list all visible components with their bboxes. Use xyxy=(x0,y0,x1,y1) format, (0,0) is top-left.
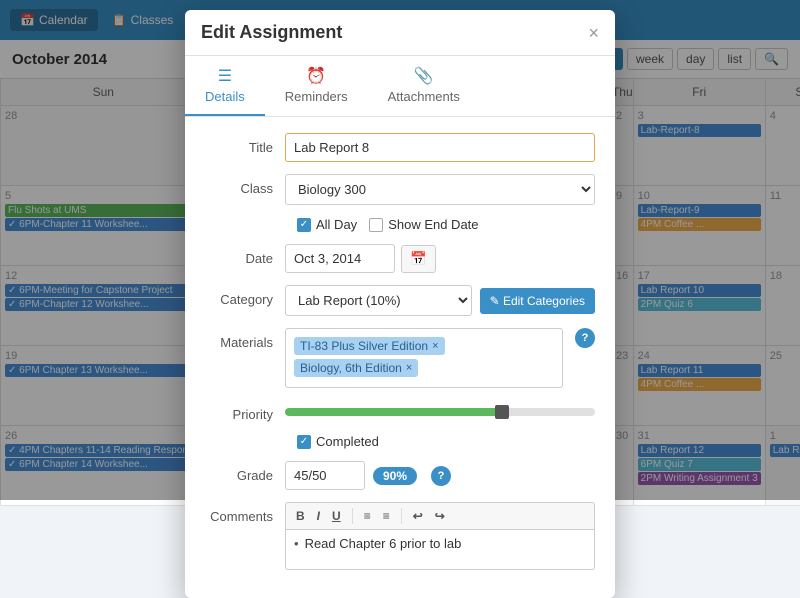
comments-toolbar: B I U ≡ ≡ ↩ ↪ xyxy=(285,502,595,530)
priority-fill xyxy=(285,408,502,416)
material-tag-bio: Biology, 6th Edition × xyxy=(294,359,418,377)
grade-label: Grade xyxy=(205,461,285,483)
date-row: Date 📅 xyxy=(205,244,595,273)
priority-control xyxy=(285,400,595,416)
attachments-icon: 📎 xyxy=(414,66,434,86)
modal-title: Edit Assignment xyxy=(201,22,342,43)
priority-label: Priority xyxy=(205,400,285,422)
priority-thumb[interactable] xyxy=(495,405,509,419)
category-select[interactable]: Lab Report (10%) Homework (20%) Quiz (15… xyxy=(285,285,472,316)
class-control: Biology 300 Chemistry 101 Math 201 xyxy=(285,174,595,205)
modal-body: Title Class Biology 300 Chemistry 101 Ma… xyxy=(185,117,615,598)
comments-area[interactable]: • Read Chapter 6 prior to lab xyxy=(285,530,595,570)
allday-checkbox[interactable]: ✓ xyxy=(297,218,311,232)
title-input[interactable] xyxy=(285,133,595,162)
grade-input[interactable] xyxy=(285,461,365,490)
details-icon: ☰ xyxy=(218,66,232,86)
toolbar-sep2 xyxy=(401,508,402,524)
priority-row: Priority xyxy=(205,400,595,422)
grade-wrap: 90% ? xyxy=(285,461,595,490)
grade-row: Grade 90% ? xyxy=(205,461,595,490)
modal-tabs: ☰ Details ⏰ Reminders 📎 Attachments xyxy=(185,56,615,117)
materials-help-icon[interactable]: ? xyxy=(575,328,595,348)
class-select[interactable]: Biology 300 Chemistry 101 Math 201 xyxy=(285,174,595,205)
date-input[interactable] xyxy=(285,244,395,273)
bold-btn[interactable]: B xyxy=(292,507,309,525)
tab-attachments[interactable]: 📎 Attachments xyxy=(368,56,480,116)
category-label: Category xyxy=(205,285,285,307)
edit-categories-btn[interactable]: ✎ Edit Categories xyxy=(480,288,595,314)
edit-assignment-modal: Edit Assignment × ☰ Details ⏰ Reminders … xyxy=(185,10,615,598)
title-control xyxy=(285,133,595,162)
comments-row: Comments B I U ≡ ≡ ↩ ↪ xyxy=(205,502,595,570)
calendar-picker-btn[interactable]: 📅 xyxy=(401,245,436,273)
materials-row: Materials TI-83 Plus Silver Edition × Bi… xyxy=(205,328,595,388)
allday-row: ✓ All Day Show End Date xyxy=(205,217,595,232)
comment-item: • Read Chapter 6 prior to lab xyxy=(294,536,586,551)
modal-header: Edit Assignment × xyxy=(185,10,615,56)
ul-btn[interactable]: ≡ xyxy=(360,507,375,525)
redo-btn[interactable]: ↪ xyxy=(431,507,449,525)
grade-badge: 90% xyxy=(373,467,417,485)
date-input-wrap: 📅 xyxy=(285,244,595,273)
date-control: 📅 xyxy=(285,244,595,273)
materials-label: Materials xyxy=(205,328,285,350)
comments-control: B I U ≡ ≡ ↩ ↪ • Read Chapter 6 prior to xyxy=(285,502,595,570)
completed-checkbox[interactable]: ✓ xyxy=(297,435,311,449)
reminders-icon: ⏰ xyxy=(306,66,326,86)
class-label: Class xyxy=(205,174,285,196)
grade-help-icon[interactable]: ? xyxy=(431,466,451,486)
category-row: Category Lab Report (10%) Homework (20%)… xyxy=(205,285,595,316)
completed-checkbox-label[interactable]: ✓ Completed xyxy=(297,434,595,449)
italic-btn[interactable]: I xyxy=(313,507,324,525)
underline-btn[interactable]: U xyxy=(328,507,345,525)
modal-overlay: Edit Assignment × ☰ Details ⏰ Reminders … xyxy=(0,0,800,500)
close-button[interactable]: × xyxy=(588,24,599,42)
comments-label: Comments xyxy=(205,502,285,524)
category-inner-row: Lab Report (10%) Homework (20%) Quiz (15… xyxy=(285,285,595,316)
title-label: Title xyxy=(205,133,285,155)
title-row: Title xyxy=(205,133,595,162)
materials-control: TI-83 Plus Silver Edition × Biology, 6th… xyxy=(285,328,595,388)
tab-details[interactable]: ☰ Details xyxy=(185,56,265,116)
priority-track[interactable] xyxy=(285,408,595,416)
ol-btn[interactable]: ≡ xyxy=(379,507,394,525)
show-end-date-checkbox-label[interactable]: Show End Date xyxy=(369,217,478,232)
allday-checkbox-label[interactable]: ✓ All Day xyxy=(297,217,357,232)
category-control: Lab Report (10%) Homework (20%) Quiz (15… xyxy=(285,285,595,316)
show-end-date-checkbox[interactable] xyxy=(369,218,383,232)
date-label: Date xyxy=(205,244,285,266)
completed-row: ✓ Completed xyxy=(205,434,595,449)
materials-box[interactable]: TI-83 Plus Silver Edition × Biology, 6th… xyxy=(285,328,563,388)
material-tag-ti83: TI-83 Plus Silver Edition × xyxy=(294,337,445,355)
material-remove-bio[interactable]: × xyxy=(406,362,412,374)
material-remove-ti83[interactable]: × xyxy=(432,340,438,352)
tab-reminders[interactable]: ⏰ Reminders xyxy=(265,56,368,116)
grade-control: 90% ? xyxy=(285,461,595,490)
class-row: Class Biology 300 Chemistry 101 Math 201 xyxy=(205,174,595,205)
toolbar-sep1 xyxy=(352,508,353,524)
undo-btn[interactable]: ↩ xyxy=(409,507,427,525)
